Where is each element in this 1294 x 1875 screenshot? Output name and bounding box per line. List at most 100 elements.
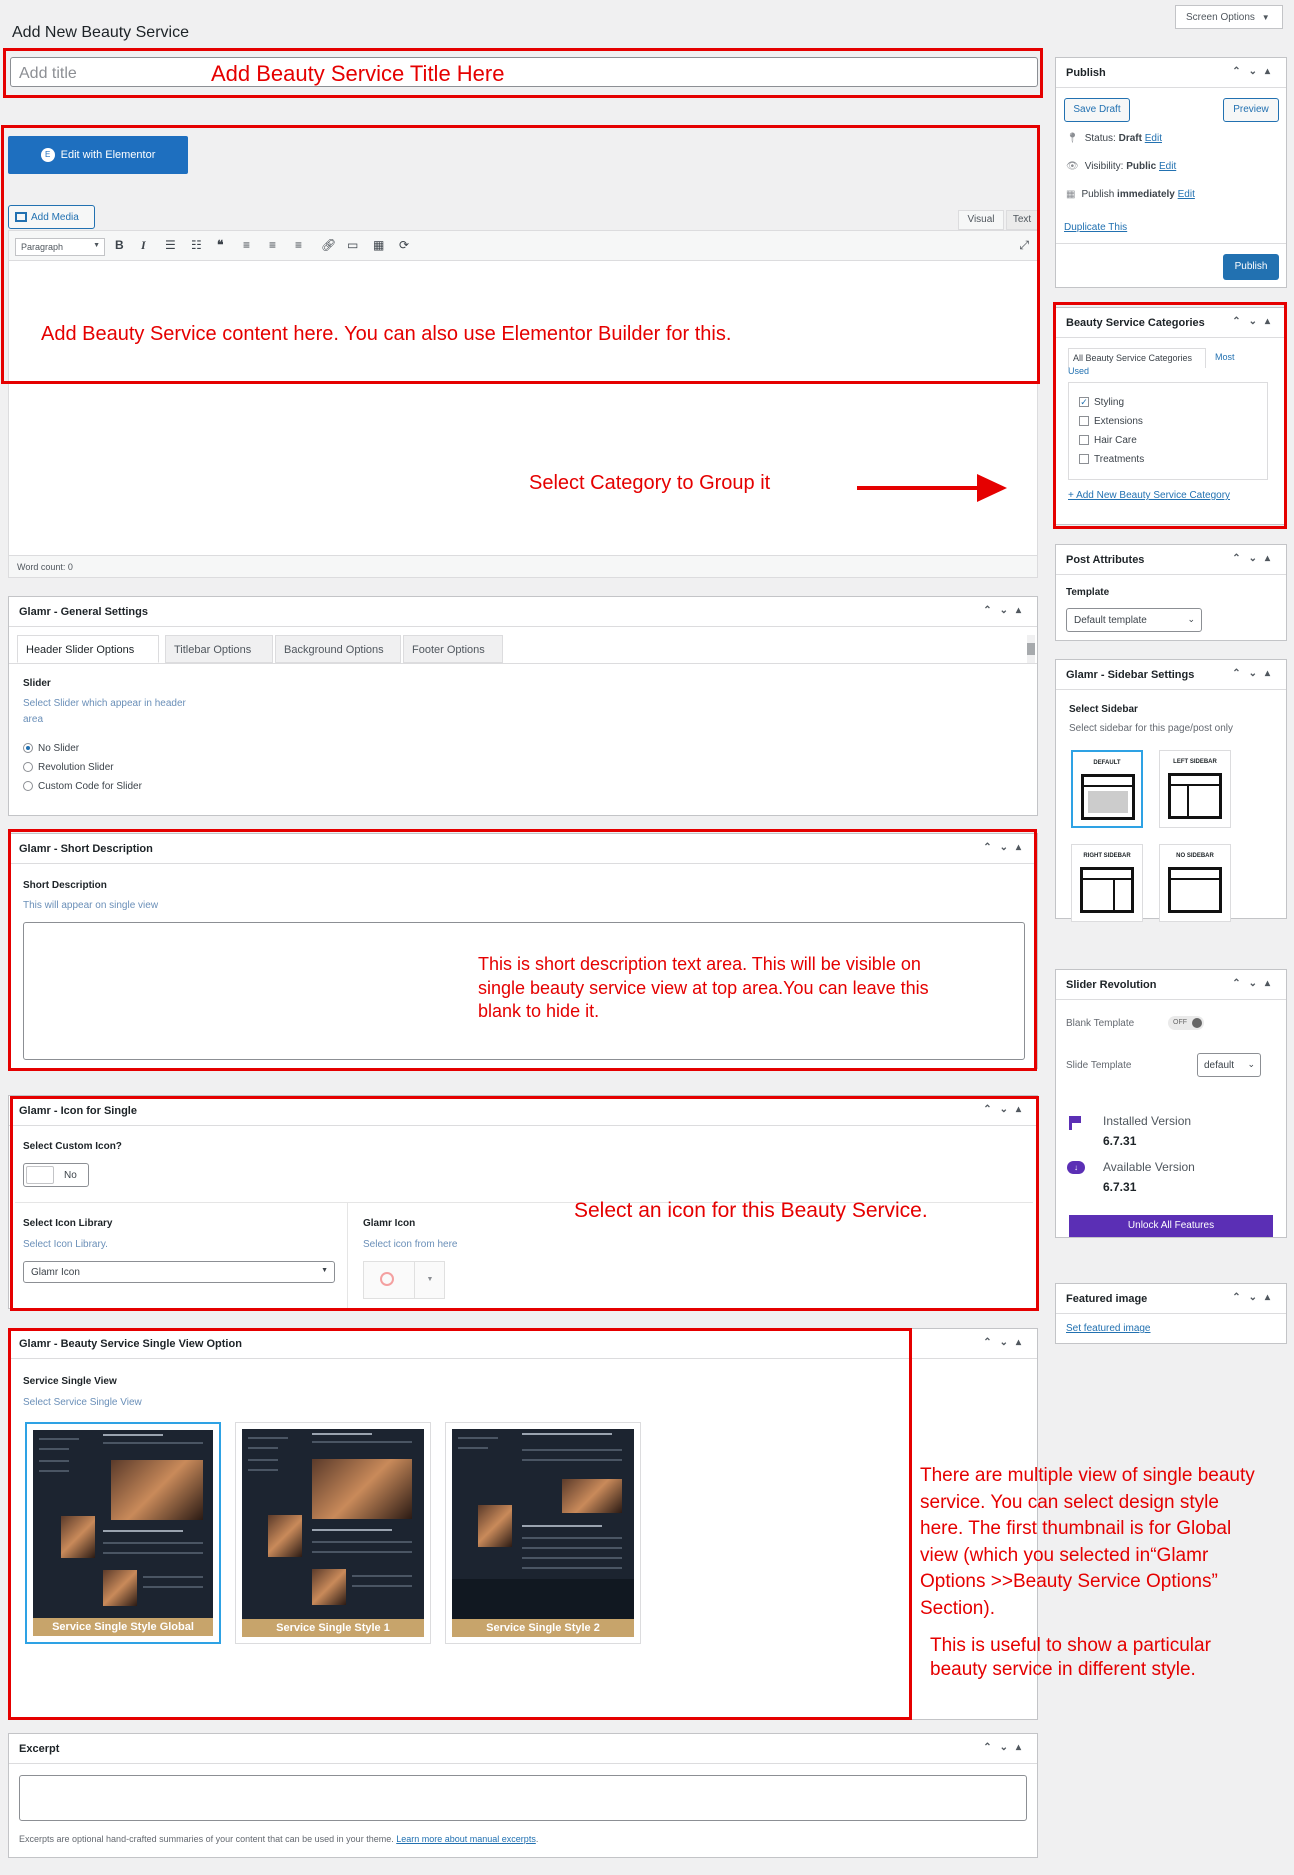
radio-revolution-slider[interactable]: Revolution Slider [23,762,114,773]
chevron-down-icon: ⌄ [1187,614,1195,624]
radio-no-slider[interactable]: No Slider [23,743,79,754]
editor-frame: Paragraph ▼ B I ☰ ☷ ❝ ≡ ≡ ≡ 🔗︎ ▭ ▦ ⟳ ⤢ Wo… [8,230,1038,578]
format-select[interactable]: Paragraph ▼ [15,238,105,256]
edit-visibility-link[interactable]: Edit [1159,161,1176,172]
slider-revolution-panel: Slider Revolution ⌃⌄▴ Blank Template OFF … [1055,969,1287,1238]
icon-picker[interactable]: ▼ [363,1261,445,1299]
bullet-list-icon[interactable]: ☰ [165,238,176,252]
sidebar-option-none[interactable]: NO SIDEBAR [1159,844,1231,922]
category-label: Hair Care [1094,435,1137,446]
sidebar-desc: Select sidebar for this page/post only [1069,723,1233,734]
sidebar-option-right[interactable]: RIGHT SIDEBAR [1071,844,1143,922]
title-input[interactable]: Add title [10,57,1038,87]
fullscreen-icon[interactable]: ⤢ [1019,238,1029,253]
radio-revolution-label: Revolution Slider [38,762,114,773]
save-draft-button[interactable]: Save Draft [1064,98,1130,122]
tab-text[interactable]: Text [1006,210,1038,230]
annotation-content: Add Beauty Service content here. You can… [41,323,732,345]
add-category-link[interactable]: + Add New Beauty Service Category [1068,490,1230,501]
custom-icon-label: Select Custom Icon? [23,1141,122,1152]
library-select[interactable]: Glamr Icon ▼ [23,1261,335,1283]
tab-all-categories[interactable]: All Beauty Service Categories [1068,348,1206,368]
link-icon[interactable]: 🔗︎ [321,238,336,252]
tab-header-slider[interactable]: Header Slider Options [17,635,159,663]
elementor-label: Edit with Elementor [60,149,156,161]
panel-controls-icon[interactable]: ⌃⌄▴ [983,1104,1029,1115]
library-desc: Select Icon Library. [23,1239,108,1250]
chevron-down-icon: ⌄ [1247,1059,1255,1069]
tab-most-used-1[interactable]: Most [1215,352,1235,362]
panel-controls-icon[interactable]: ⌃⌄▴ [983,842,1029,853]
excerpt-note: Excerpts are optional hand-crafted summa… [19,1834,538,1844]
category-item-extensions[interactable]: Extensions [1079,416,1143,427]
library-label: Select Icon Library [23,1218,113,1229]
panel-controls-icon[interactable]: ⌃⌄▴ [983,1337,1029,1348]
read-more-icon[interactable]: ▭ [347,238,358,252]
blockquote-icon[interactable]: ❝ [217,238,223,252]
glamr-icon-desc: Select icon from here [363,1239,458,1250]
slider-revolution-title: Slider Revolution ⌃⌄▴ [1056,970,1286,1000]
template-select[interactable]: Default template ⌄ [1066,608,1202,632]
radio-custom-code[interactable]: Custom Code for Slider [23,781,142,792]
excerpt-textarea[interactable] [19,1775,1027,1821]
tab-visual[interactable]: Visual [958,210,1004,230]
elementor-button[interactable]: E Edit with Elementor [8,136,188,174]
unlock-features-button[interactable]: Unlock All Features [1069,1215,1273,1237]
edit-schedule-link[interactable]: Edit [1178,189,1195,200]
available-value: 6.7.31 [1103,1180,1137,1194]
duplicate-link[interactable]: Duplicate This [1064,222,1127,233]
panel-controls-icon[interactable]: ⌃⌄▴ [1232,553,1278,564]
checkbox-icon [1079,435,1089,446]
excerpt-title: Excerpt ⌃⌄▴ [9,1734,1037,1764]
bold-icon[interactable]: B [115,238,124,252]
align-left-icon[interactable]: ≡ [243,238,250,252]
panel-controls-icon[interactable]: ⌃⌄▴ [1232,978,1278,989]
tab-background[interactable]: Background Options [275,635,401,663]
elementor-icon: E [40,148,55,163]
sidebar-option-default[interactable]: DEFAULT [1071,750,1143,828]
screen-options-button[interactable]: Screen Options ▼ [1175,5,1283,29]
learn-more-link[interactable]: Learn more about manual excerpts [396,1834,536,1844]
panel-controls-icon[interactable]: ⌃⌄▴ [983,605,1029,616]
radio-custom-code-label: Custom Code for Slider [38,781,142,792]
blank-template-toggle[interactable]: OFF [1168,1016,1204,1030]
category-item-styling[interactable]: ✓ Styling [1079,397,1124,408]
template-label: Template [1066,587,1110,598]
custom-icon-toggle[interactable]: No [23,1163,89,1187]
category-item-hair-care[interactable]: Hair Care [1079,435,1137,446]
publish-button[interactable]: Publish [1223,254,1279,280]
panel-controls-icon[interactable]: ⌃⌄▴ [1232,1292,1278,1303]
italic-icon[interactable]: I [141,238,146,253]
edit-status-link[interactable]: Edit [1145,133,1162,144]
sidebar-option-left[interactable]: LEFT SIDEBAR [1159,750,1231,828]
set-featured-image-link[interactable]: Set featured image [1066,1323,1151,1334]
annotation-useful-2: beauty service in different style. [930,1659,1196,1680]
short-description-title: Glamr - Short Description ⌃⌄▴ [9,834,1037,864]
tab-footer[interactable]: Footer Options [403,635,503,663]
period: . [535,1834,539,1844]
tab-titlebar[interactable]: Titlebar Options [165,635,273,663]
numbered-list-icon[interactable]: ☷ [191,238,202,252]
align-right-icon[interactable]: ≡ [295,238,302,252]
featured-image-title: Featured image ⌃⌄▴ [1056,1284,1286,1314]
add-media-button[interactable]: Add Media [8,205,95,229]
panel-controls-icon[interactable]: ⌃⌄▴ [1232,66,1278,77]
panel-controls-icon[interactable]: ⌃⌄▴ [1232,316,1278,327]
tabs-scrollbar[interactable] [1027,635,1035,663]
thumb-preview [242,1429,424,1637]
toolbar-toggle-icon[interactable]: ▦ [373,238,384,252]
slide-template-select[interactable]: default ⌄ [1197,1053,1261,1077]
thumb-style-1[interactable]: Service Single Style 1 [235,1422,431,1644]
thumb-global[interactable]: Service Single Style Global [25,1422,221,1644]
publish-title-text: Publish [1066,67,1106,79]
pin-icon: 📍︎ [1066,133,1079,144]
category-item-treatments[interactable]: Treatments [1079,454,1144,465]
thumb-style-2[interactable]: Service Single Style 2 [445,1422,641,1644]
panel-controls-icon[interactable]: ⌃⌄▴ [983,1742,1029,1753]
refresh-icon[interactable]: ⟳ [399,238,409,252]
tab-most-used-2[interactable]: Used [1068,366,1089,376]
preview-button[interactable]: Preview [1223,98,1279,122]
categories-title: Beauty Service Categories ⌃⌄▴ [1056,308,1286,338]
panel-controls-icon[interactable]: ⌃⌄▴ [1232,668,1278,679]
align-center-icon[interactable]: ≡ [269,238,276,252]
